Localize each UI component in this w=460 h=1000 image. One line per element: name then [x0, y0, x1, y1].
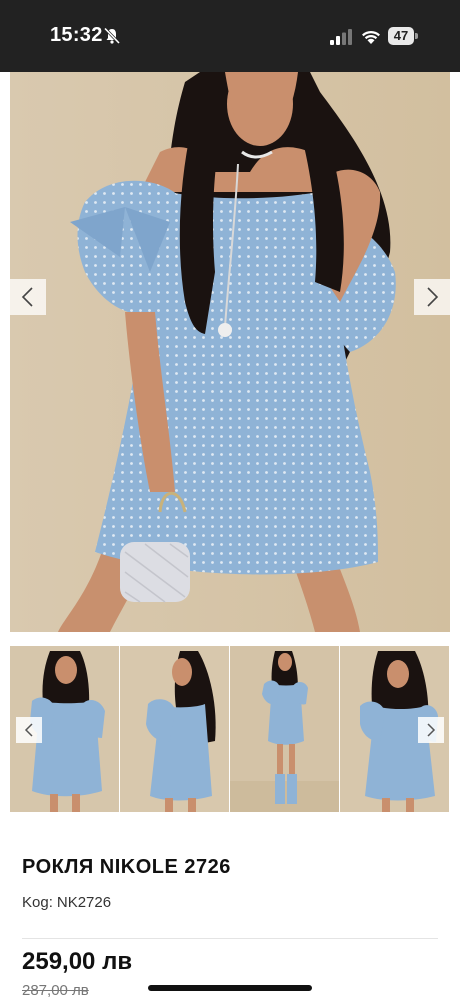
- chevron-right-icon: [427, 287, 439, 307]
- status-bar: 15:32 47: [0, 0, 460, 72]
- chevron-left-icon: [21, 287, 33, 307]
- home-indicator[interactable]: [148, 985, 312, 991]
- product-code-value: NK2726: [56, 894, 112, 911]
- chevron-right-icon: [427, 723, 436, 737]
- thumbnail-strip: [10, 646, 450, 812]
- signal-icon: [330, 29, 352, 45]
- next-image-button[interactable]: [414, 279, 450, 315]
- battery-level: 47: [393, 28, 409, 43]
- thumbnail-image: [120, 646, 229, 812]
- chevron-left-icon: [24, 723, 33, 737]
- product-photo: [10, 72, 450, 632]
- battery-icon: 47: [388, 27, 418, 45]
- product-price: 259,00 лв: [22, 948, 133, 975]
- thumbnail-next-button[interactable]: [418, 717, 444, 743]
- wifi-icon: [362, 30, 380, 44]
- thumbnail-image: [230, 646, 339, 812]
- prev-image-button[interactable]: [10, 279, 46, 315]
- thumbnail-3[interactable]: [230, 646, 339, 812]
- divider: [22, 938, 438, 939]
- thumbnail-2[interactable]: [120, 646, 229, 812]
- status-time: 15:32: [50, 24, 103, 46]
- product-code: Kog: NK2726: [22, 894, 111, 911]
- bell-slash-icon: [103, 27, 121, 45]
- thumbnail-prev-button[interactable]: [16, 717, 42, 743]
- product-code-label: Kog:: [22, 894, 53, 911]
- main-product-image[interactable]: [10, 72, 450, 632]
- product-title: РОКЛЯ NIKOLE 2726: [22, 856, 231, 878]
- product-old-price: 287,00 лв: [22, 982, 89, 999]
